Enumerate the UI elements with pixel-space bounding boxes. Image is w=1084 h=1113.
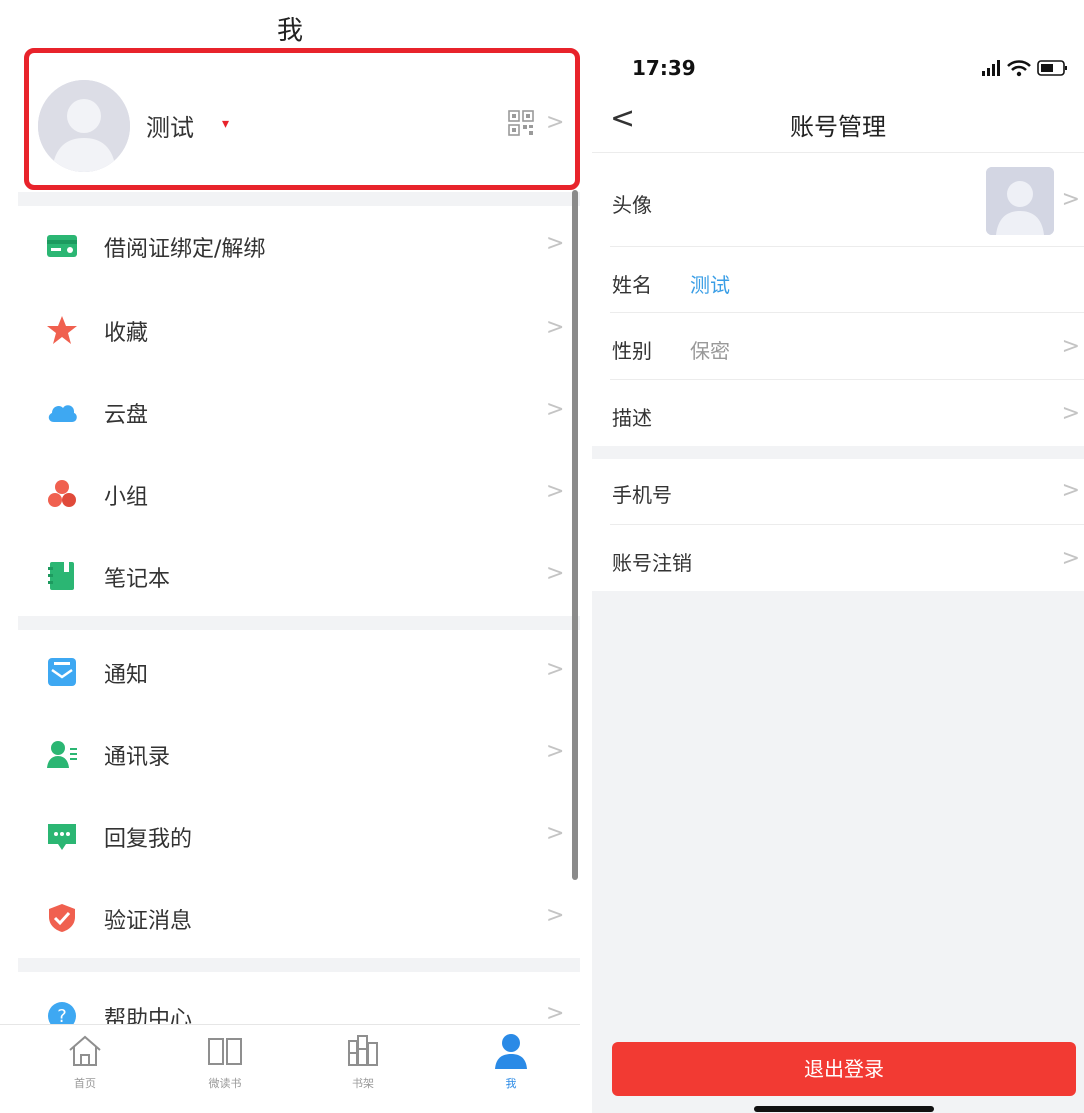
battery-icon xyxy=(1037,60,1067,76)
section-divider xyxy=(18,616,580,630)
menu-item-notifications[interactable]: 通知 > xyxy=(0,632,580,712)
section-divider xyxy=(18,192,580,206)
chat-bubble-icon xyxy=(48,824,76,850)
row-label: 描述 xyxy=(612,406,652,430)
menu-item-label: 笔记本 xyxy=(104,567,171,592)
row-label: 手机号 xyxy=(612,483,672,507)
open-book-icon xyxy=(208,1038,242,1065)
chevron-right-icon: > xyxy=(546,397,565,422)
gender-value: 保密 xyxy=(690,339,730,363)
tab-label: 首页 xyxy=(74,1077,96,1090)
tab-label: 我 xyxy=(505,1077,517,1090)
notebook-icon xyxy=(48,562,74,590)
menu-item-library-card[interactable]: 借阅证绑定/解绑 > xyxy=(0,206,580,286)
page-title: 我 xyxy=(276,16,303,46)
tab-me[interactable]: 我 xyxy=(466,1031,556,1111)
tab-weread[interactable]: 微读书 xyxy=(180,1031,270,1111)
contacts-icon xyxy=(47,741,77,768)
menu-item-contacts[interactable]: 通讯录 > xyxy=(0,714,580,794)
me-page: 我 测试 ▾ > 借阅证绑定/解绑 > 收藏 > 云盘 > 小组 > 笔记本 >… xyxy=(0,0,580,1113)
row-label: 姓名 xyxy=(612,273,652,297)
scrollbar[interactable] xyxy=(572,190,578,880)
menu-item-label: 收藏 xyxy=(104,321,149,346)
default-avatar-icon xyxy=(986,167,1054,235)
menu-item-label: 验证消息 xyxy=(104,909,193,934)
menu-item-label: 通讯录 xyxy=(104,745,171,770)
avatar xyxy=(986,167,1054,235)
signal-icon xyxy=(982,60,1000,76)
row-label: 头像 xyxy=(612,193,652,217)
row-label: 性别 xyxy=(612,339,652,363)
tab-home[interactable]: 首页 xyxy=(40,1031,130,1111)
profile-name: 测试 xyxy=(146,114,194,142)
bottom-tab-bar: 首页 微读书 书架 我 xyxy=(0,1024,580,1113)
name-value: 测试 xyxy=(690,273,730,297)
account-management-page: 17:39 < 账号管理 头像 > 姓名 测试 性别 保密 > 描述 > 手机号… xyxy=(592,0,1084,1113)
person-icon xyxy=(495,1034,527,1069)
chevron-right-icon: > xyxy=(546,821,565,846)
logout-button[interactable]: 退出登录 xyxy=(612,1042,1076,1096)
chevron-right-icon: > xyxy=(1061,546,1080,571)
chevron-right-icon: > xyxy=(546,315,565,340)
chevron-right-icon: > xyxy=(1061,401,1080,426)
menu-item-label: 借阅证绑定/解绑 xyxy=(104,237,266,262)
status-time: 17:39 xyxy=(632,56,696,80)
group-icon xyxy=(48,480,76,507)
menu-item-groups[interactable]: 小组 > xyxy=(0,454,580,534)
shield-check-icon xyxy=(49,904,75,932)
chevron-right-icon: > xyxy=(546,1001,565,1026)
chevron-right-icon: > xyxy=(546,110,565,135)
row-phone[interactable]: 手机号 > xyxy=(592,459,1084,525)
menu-item-cloud-drive[interactable]: 云盘 > xyxy=(0,372,580,452)
chevron-right-icon: > xyxy=(546,657,565,682)
row-avatar[interactable]: 头像 > xyxy=(592,153,1084,247)
cloud-icon xyxy=(48,405,77,422)
chevron-right-icon: > xyxy=(546,561,565,586)
chevron-right-icon: > xyxy=(1061,187,1080,212)
chevron-right-icon: > xyxy=(546,739,565,764)
menu-item-label: 云盘 xyxy=(104,403,149,428)
tab-label: 书架 xyxy=(352,1077,374,1090)
qr-code-icon[interactable] xyxy=(508,110,534,136)
bookshelf-icon xyxy=(348,1035,378,1066)
menu-item-label: 回复我的 xyxy=(104,827,193,852)
menu-item-verification[interactable]: 验证消息 > xyxy=(0,878,580,958)
page-title: 账号管理 xyxy=(790,113,886,141)
menu-item-favorites[interactable]: 收藏 > xyxy=(0,290,580,370)
row-description[interactable]: 描述 > xyxy=(592,380,1084,446)
gender-marker-icon: ▾ xyxy=(222,116,230,132)
chevron-right-icon: > xyxy=(546,903,565,928)
default-avatar-icon xyxy=(38,80,130,172)
section-divider xyxy=(18,958,580,972)
tab-bookshelf[interactable]: 书架 xyxy=(318,1031,408,1111)
menu-item-notebook[interactable]: 笔记本 > xyxy=(0,536,580,616)
row-gender[interactable]: 性别 保密 > xyxy=(592,313,1084,380)
notification-mail-icon xyxy=(48,658,76,686)
tab-label: 微读书 xyxy=(208,1077,242,1090)
menu-item-replies[interactable]: 回复我的 > xyxy=(0,796,580,876)
chevron-right-icon: > xyxy=(1061,478,1080,503)
home-indicator xyxy=(754,1106,934,1112)
chevron-right-icon: > xyxy=(1061,334,1080,359)
row-cancel-account[interactable]: 账号注销 > xyxy=(592,525,1084,591)
status-icons xyxy=(982,60,1067,77)
star-icon xyxy=(47,316,77,344)
profile-card[interactable]: 测试 ▾ > xyxy=(24,50,580,190)
wifi-icon xyxy=(1007,60,1031,77)
status-bar: 17:39 xyxy=(592,0,1084,100)
home-icon xyxy=(69,1035,101,1066)
chevron-right-icon: > xyxy=(546,479,565,504)
menu-item-label: 小组 xyxy=(104,485,149,510)
nav-bar: < 账号管理 xyxy=(592,95,1084,153)
chevron-right-icon: > xyxy=(546,231,565,256)
avatar xyxy=(38,80,130,172)
screen-root: 我 测试 ▾ > 借阅证绑定/解绑 > 收藏 > 云盘 > 小组 > 笔记本 >… xyxy=(0,0,1084,1113)
row-name[interactable]: 姓名 测试 xyxy=(592,247,1084,313)
library-card-icon xyxy=(47,235,77,257)
row-label: 账号注销 xyxy=(612,551,692,575)
menu-item-label: 通知 xyxy=(104,663,149,688)
